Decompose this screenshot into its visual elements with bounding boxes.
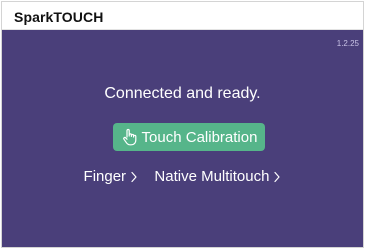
app-window: SparkTOUCH 1.2.25 Connected and ready. T…	[1, 1, 364, 248]
touch-mode-label: Native Multitouch	[154, 168, 270, 185]
title-bar: SparkTOUCH	[2, 2, 363, 30]
input-mode-selector[interactable]: Finger	[84, 168, 139, 185]
touch-calibration-label: Touch Calibration	[141, 128, 258, 146]
mode-selectors: Finger Native Multitouch	[2, 168, 363, 185]
touch-calibration-button[interactable]: Touch Calibration	[113, 123, 265, 151]
touch-hand-icon	[121, 128, 139, 146]
chevron-right-icon	[130, 171, 138, 183]
app-title: SparkTOUCH	[14, 9, 104, 25]
input-mode-label: Finger	[83, 168, 127, 185]
version-label: 1.2.25	[336, 39, 359, 48]
main-panel: 1.2.25 Connected and ready. Touch Calibr…	[2, 30, 363, 247]
chevron-right-icon	[273, 171, 281, 183]
touch-mode-selector[interactable]: Native Multitouch	[154, 168, 281, 185]
connection-status: Connected and ready.	[104, 85, 261, 102]
